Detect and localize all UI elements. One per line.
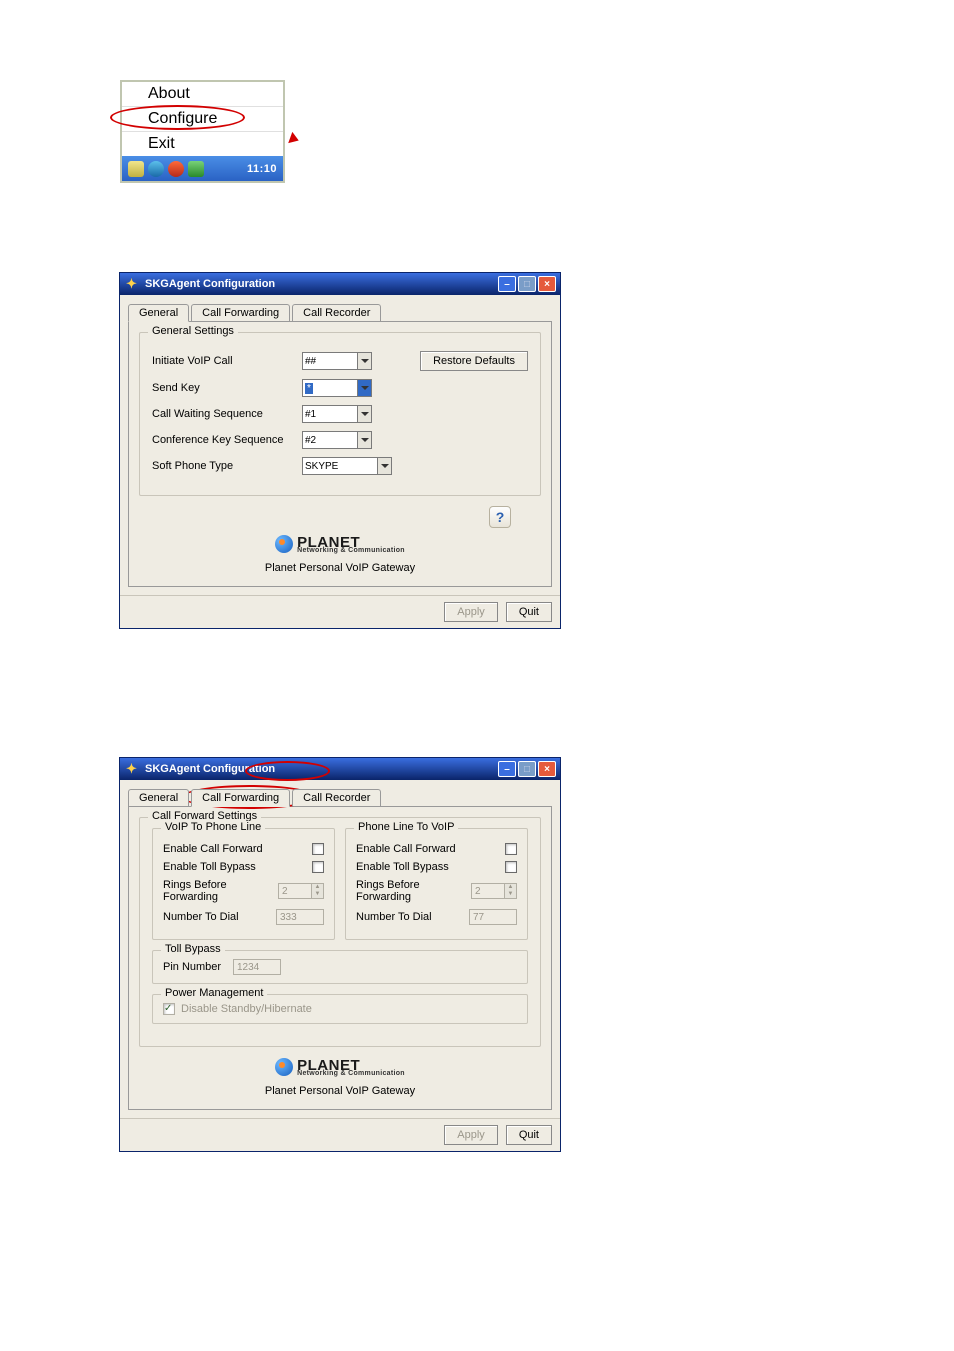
product-caption: Planet Personal VoIP Gateway [139,562,541,574]
label-enable-cf: Enable Call Forward [163,843,312,855]
label-number: Number To Dial [163,911,276,923]
combo-call-waiting[interactable]: #1 [302,405,372,423]
globe-icon [275,1058,293,1076]
input-pin: 1234 [233,959,281,975]
combo-initiate[interactable]: ## [302,352,372,370]
tab-call-forwarding[interactable]: Call Forwarding [191,789,290,807]
brand-tagline: Networking & Communication [297,547,405,554]
label-enable-tb: Enable Toll Bypass [356,861,505,873]
label-softphone: Soft Phone Type [152,460,302,472]
close-button[interactable]: × [538,761,556,777]
label-number: Number To Dial [356,911,469,923]
chevron-down-icon [357,380,371,396]
label-rings: Rings Before Forwarding [163,879,278,903]
minimize-button[interactable]: – [498,761,516,777]
power-management-group: Power Management Disable Standby/Hiberna… [152,994,528,1024]
tab-general[interactable]: General [128,304,189,322]
tab-call-forwarding[interactable]: Call Forwarding [191,304,290,321]
checkbox-enable-cf[interactable] [312,843,324,855]
app-icon: ✦ [126,277,140,291]
checkbox-disable-standby [163,1003,175,1015]
tab-call-recorder[interactable]: Call Recorder [292,304,381,321]
group-legend: Phone Line To VoIP [354,821,458,833]
label-send-key: Send Key [152,382,302,394]
minimize-button[interactable]: – [498,276,516,292]
spinner-buttons: ▲▼ [505,883,517,899]
app-icon: ✦ [126,762,140,776]
config-window-callforward: ✦ SKGAgent Configuration – □ × General C… [120,758,560,1151]
input-number-to-dial: 77 [469,909,517,925]
window-title: SKGAgent Configuration [145,278,496,290]
checkbox-enable-tb[interactable] [312,861,324,873]
context-menu-screenshot: About Configure Exit 11:10 [120,80,285,183]
combo-send-key[interactable]: * [302,379,372,397]
restore-defaults-button[interactable]: Restore Defaults [420,351,528,371]
checkbox-enable-tb[interactable] [505,861,517,873]
tray-icon[interactable] [168,161,184,177]
tabstrip: General Call Forwarding Call Recorder [128,786,552,806]
spinner-rings: 2 [278,883,312,899]
apply-button: Apply [444,1125,498,1145]
brand-logo: PLANET Networking & Communication [275,1057,405,1077]
tab-general[interactable]: General [128,789,189,806]
combo-conf-key[interactable]: #2 [302,431,372,449]
input-number-to-dial: 333 [276,909,324,925]
chevron-down-icon [377,458,391,474]
window-title: SKGAgent Configuration [145,763,496,775]
group-legend: Power Management [161,987,267,999]
combo-softphone[interactable]: SKYPE [302,457,392,475]
group-legend: Toll Bypass [161,943,225,955]
toll-bypass-group: Toll Bypass Pin Number 1234 [152,950,528,984]
label-disable-standby: Disable Standby/Hibernate [181,1003,312,1015]
voip-to-phone-group: VoIP To Phone Line Enable Call Forward E… [152,828,335,940]
tray-icon[interactable] [128,161,144,177]
label-conf-key: Conference Key Sequence [152,434,302,446]
annotation-arrow [288,132,301,146]
taskbar: 11:10 [122,156,283,181]
label-rings: Rings Before Forwarding [356,879,471,903]
tray-icon[interactable] [188,161,204,177]
call-forward-settings-group: Call Forward Settings VoIP To Phone Line… [139,817,541,1047]
ctx-configure-label: Configure [148,110,217,127]
brand-tagline: Networking & Communication [297,1070,405,1077]
tab-call-recorder[interactable]: Call Recorder [292,789,381,806]
label-call-waiting: Call Waiting Sequence [152,408,302,420]
group-legend: VoIP To Phone Line [161,821,265,833]
ctx-about[interactable]: About [122,82,283,107]
tabstrip: General Call Forwarding Call Recorder [128,301,552,321]
tray-icon[interactable] [148,161,164,177]
product-caption: Planet Personal VoIP Gateway [139,1085,541,1097]
quit-button[interactable]: Quit [506,602,552,622]
chevron-down-icon [357,353,371,369]
config-window-general: ✦ SKGAgent Configuration – □ × General C… [120,273,560,628]
label-pin: Pin Number [163,961,233,973]
label-enable-cf: Enable Call Forward [356,843,505,855]
chevron-down-icon [357,432,371,448]
group-legend: General Settings [148,325,238,337]
ctx-exit[interactable]: Exit [122,132,283,156]
label-initiate: Initiate VoIP Call [152,355,302,367]
globe-icon [275,535,293,553]
phone-to-voip-group: Phone Line To VoIP Enable Call Forward E… [345,828,528,940]
maximize-button: □ [518,276,536,292]
titlebar: ✦ SKGAgent Configuration – □ × [120,758,560,780]
close-button[interactable]: × [538,276,556,292]
maximize-button: □ [518,761,536,777]
general-settings-group: General Settings Initiate VoIP Call ## R… [139,332,541,496]
brand-logo: PLANET Networking & Communication [275,534,405,554]
help-button[interactable]: ? [489,506,511,528]
tray-clock: 11:10 [247,163,277,175]
spinner-buttons: ▲▼ [312,883,324,899]
label-enable-tb: Enable Toll Bypass [163,861,312,873]
spinner-rings: 2 [471,883,505,899]
ctx-configure[interactable]: Configure [122,107,283,132]
checkbox-enable-cf[interactable] [505,843,517,855]
quit-button[interactable]: Quit [506,1125,552,1145]
chevron-down-icon [357,406,371,422]
titlebar: ✦ SKGAgent Configuration – □ × [120,273,560,295]
apply-button: Apply [444,602,498,622]
